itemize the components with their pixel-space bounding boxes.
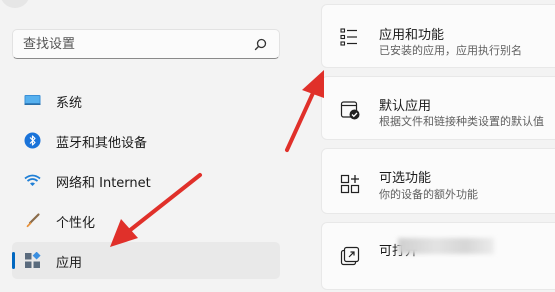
sidebar-item-label: 个性化: [56, 216, 96, 231]
sidebar-item-network[interactable]: 网络和 Internet: [12, 162, 280, 199]
sidebar-item-label: 系统: [56, 96, 83, 111]
sidebar-item-personalization[interactable]: 个性化: [12, 202, 280, 239]
monitor-icon: [24, 95, 41, 105]
selection-indicator: [12, 252, 15, 269]
wifi-icon: [24, 174, 41, 186]
card-title: 应用和功能: [379, 28, 445, 43]
blurred-text-region: [398, 238, 494, 254]
card-description: 你的设备的额外功能: [379, 188, 478, 201]
sidebar-item-label: 网络和 Internet: [56, 176, 151, 191]
card-optional-features[interactable]: 可选功能 你的设备的额外功能: [321, 148, 555, 214]
default-apps-icon: [340, 101, 360, 120]
search-box[interactable]: [12, 29, 280, 59]
optional-features-icon: [340, 174, 360, 194]
open-with-icon: [340, 246, 360, 266]
arrow-to-apps-features-icon: [285, 70, 324, 152]
list-icon: [340, 28, 357, 46]
search-input[interactable]: [23, 34, 243, 54]
search-icon[interactable]: [254, 38, 267, 51]
sidebar-item-apps[interactable]: 应用: [12, 242, 280, 279]
card-default-apps[interactable]: 默认应用 根据文件和链接种类设置的默认值: [321, 76, 555, 140]
sidebar-item-label: 应用: [56, 256, 83, 271]
apps-icon: [25, 252, 41, 268]
card-description: 根据文件和链接种类设置的默认值: [379, 115, 544, 128]
sidebar-item-system[interactable]: 系统: [12, 82, 280, 119]
sidebar-item-label: 蓝牙和其他设备: [56, 136, 148, 151]
bluetooth-icon: [24, 132, 41, 149]
brush-icon: [26, 213, 40, 228]
card-apps-and-features[interactable]: 应用和功能 已安装的应用，应用执行别名: [321, 4, 555, 68]
window-corner: [0, 0, 30, 8]
sidebar-item-bluetooth[interactable]: 蓝牙和其他设备: [12, 122, 280, 159]
card-open-with[interactable]: 可打开: [321, 222, 555, 290]
card-description: 已安装的应用，应用执行别名: [379, 44, 522, 57]
card-title: 可选功能: [379, 171, 432, 186]
card-title: 默认应用: [379, 99, 432, 114]
